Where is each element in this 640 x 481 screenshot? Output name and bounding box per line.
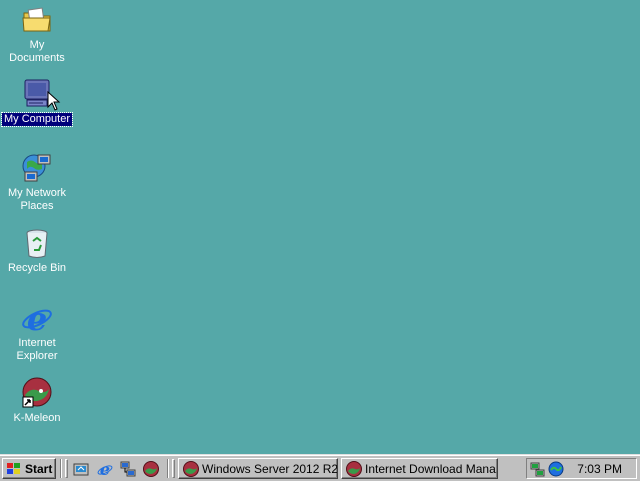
desktop-icon-label: K-Meleon <box>13 412 61 424</box>
network-places-icon <box>21 152 53 184</box>
start-button[interactable]: Start <box>2 458 56 479</box>
svg-text:e: e <box>27 302 47 334</box>
mouse-pointer-icon <box>47 91 61 111</box>
network-icon <box>120 461 136 477</box>
start-label: Start <box>25 461 53 476</box>
task-button-windows-server[interactable]: Windows Server 2012 R2 ... <box>178 458 338 479</box>
k-meleon-icon <box>21 377 53 409</box>
folder-documents-icon <box>21 4 53 36</box>
desktop-icon-my-documents[interactable]: My Documents <box>0 4 74 65</box>
desktop-icon-label: Recycle Bin <box>7 262 67 274</box>
desktop-icon-label: My Network Places <box>7 187 67 212</box>
desktop-icon-my-network-places[interactable]: My Network Places <box>0 152 74 213</box>
network-connection-icon[interactable] <box>530 461 546 477</box>
quick-launch-internet-explorer[interactable]: e <box>96 460 114 478</box>
desktop[interactable]: My Documents My Computer My Network Plac… <box>0 0 640 454</box>
k-meleon-icon <box>346 460 362 477</box>
task-button-internet-download-manager[interactable]: Internet Download Mana... <box>341 458 498 479</box>
desktop-icon-k-meleon[interactable]: K-Meleon <box>0 377 74 425</box>
toolbar-grip[interactable] <box>65 459 68 478</box>
quick-launch-network[interactable] <box>119 460 137 478</box>
taskbar-separator <box>60 459 62 478</box>
taskbar: Start e Windows Server 2012 R2 ... Inter… <box>0 454 640 481</box>
desktop-icon-my-computer[interactable]: My Computer <box>0 78 74 127</box>
quick-launch-show-desktop[interactable] <box>72 460 90 478</box>
show-desktop-icon <box>73 463 89 476</box>
desktop-icon-label: Internet Explorer <box>16 337 58 362</box>
taskbar-separator <box>167 459 169 478</box>
desktop-icon-internet-explorer[interactable]: e Internet Explorer <box>0 300 74 363</box>
system-tray: 7:03 PM <box>526 458 637 479</box>
clock[interactable]: 7:03 PM <box>577 462 622 476</box>
internet-explorer-icon: e <box>21 300 53 338</box>
desktop-icon-label: My Computer <box>0 112 74 127</box>
k-meleon-icon <box>183 460 199 477</box>
desktop-icon-recycle-bin[interactable]: Recycle Bin <box>0 227 74 275</box>
quick-launch-k-meleon[interactable] <box>142 460 160 478</box>
desktop-icon-label: My Documents <box>9 39 65 64</box>
volume-icon[interactable] <box>548 461 564 477</box>
k-meleon-icon <box>143 461 159 477</box>
task-button-label: Windows Server 2012 R2 ... <box>202 461 337 476</box>
toolbar-grip[interactable] <box>172 459 175 478</box>
task-button-label: Internet Download Mana... <box>365 461 497 476</box>
internet-explorer-icon: e <box>97 461 113 477</box>
windows-logo-icon <box>7 462 20 474</box>
recycle-bin-icon <box>21 227 53 259</box>
